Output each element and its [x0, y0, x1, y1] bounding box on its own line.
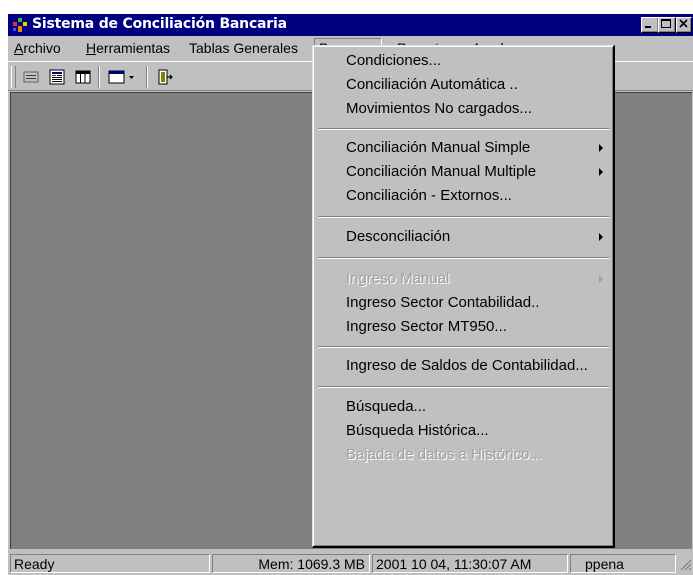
maximize-button[interactable] [658, 17, 676, 33]
menu-item-label: Conciliación Manual Simple [346, 139, 531, 156]
menu-item-label: Ingreso de Saldos de Contabilidad... [346, 357, 588, 374]
submenu-arrow-icon [599, 168, 603, 176]
menu-item-conciliacion-manual-simple[interactable]: Conciliación Manual Simple [316, 137, 611, 159]
submenu-arrow-icon [599, 275, 603, 283]
status-bar: Ready Mem: 1069.3 MB 2001 10 04, 11:30:0… [8, 552, 693, 575]
app-icon [13, 18, 27, 32]
window-title: Sistema de Conciliación Bancaria [32, 16, 287, 32]
minimize-button[interactable] [641, 17, 659, 33]
toolbar-separator [146, 66, 148, 88]
report-button[interactable] [48, 68, 66, 86]
menu-herramientas[interactable]: Herramientas [82, 39, 174, 57]
menu-item-desconciliacion[interactable]: Desconciliación [316, 226, 611, 248]
menu-item-ingreso-manual: Ingreso Manual [316, 268, 611, 290]
menu-item-label: Búsqueda Histórica... [346, 422, 489, 439]
menu-item-busqueda-historica[interactable]: Búsqueda Histórica... [316, 420, 611, 442]
window-dropdown-button[interactable] [108, 68, 138, 86]
form-icon [23, 71, 39, 83]
menu-archivo-label: rchivo [23, 40, 61, 56]
exit-button[interactable] [156, 68, 174, 86]
menu-item-label: Ingreso Manual [346, 270, 450, 287]
exit-icon [158, 69, 173, 85]
size-grip[interactable] [678, 556, 692, 572]
menu-item-label: Ingreso Sector MT950... [346, 318, 507, 335]
status-datetime: 2001 10 04, 11:30:07 AM [372, 554, 568, 573]
menu-separator [318, 257, 609, 259]
size-grip-icon [680, 559, 692, 571]
maximize-icon [661, 19, 671, 28]
menu-separator [318, 216, 609, 218]
status-user: ppena [570, 554, 676, 573]
toolbar-separator [98, 66, 100, 88]
table-button[interactable] [74, 68, 92, 86]
form-button[interactable] [22, 68, 40, 86]
menu-item-label: Movimientos No cargados... [346, 100, 532, 117]
menu-item-label: Conciliación Automática .. [346, 76, 518, 93]
menu-separator [318, 128, 609, 130]
menu-item-label: Búsqueda... [346, 398, 427, 415]
close-button[interactable] [676, 17, 692, 33]
report-icon [49, 69, 65, 85]
menu-item-ingreso-sector-mt950[interactable]: Ingreso Sector MT950... [316, 316, 611, 338]
menu-separator [318, 386, 609, 388]
status-memory: Mem: 1069.3 MB [212, 554, 370, 573]
submenu-arrow-icon [599, 233, 603, 241]
menu-herramientas-label: erramientas [96, 40, 171, 56]
menu-item-movimientos-no-cargados[interactable]: Movimientos No cargados... [316, 98, 611, 120]
window-icon [108, 70, 134, 84]
menu-item-label: Desconciliación [346, 228, 451, 245]
menu-archivo[interactable]: Archivo [10, 39, 65, 57]
menu-item-ingreso-sector-contabilidad[interactable]: Ingreso Sector Contabilidad.. [316, 292, 611, 314]
toolbar-grip[interactable] [11, 66, 16, 88]
menu-item-label: Ingreso Sector Contabilidad.. [346, 294, 540, 311]
menu-item-label: Conciliación - Extornos... [346, 187, 512, 204]
menu-item-busqueda[interactable]: Búsqueda... [316, 396, 611, 418]
menu-item-conciliacion-manual-multiple[interactable]: Conciliación Manual Multiple [316, 161, 611, 183]
menu-item-condiciones[interactable]: Condiciones... [316, 50, 611, 72]
menu-archivo-mnemonic: A [14, 40, 24, 56]
close-icon [679, 19, 688, 28]
menu-separator [318, 346, 609, 348]
menu-tablas-generales[interactable]: Tablas Generales [185, 39, 302, 57]
menu-item-ingreso-saldos-contabilidad[interactable]: Ingreso de Saldos de Contabilidad... [316, 355, 611, 377]
menu-item-label: Bajada de datos a Histórico... [346, 446, 542, 463]
minimize-icon [645, 26, 651, 28]
menu-herramientas-mnemonic: H [86, 40, 97, 56]
menu-item-label: Condiciones... [346, 52, 442, 69]
submenu-arrow-icon [599, 144, 603, 152]
procesos-dropdown-menu: Condiciones... Conciliación Automática .… [312, 45, 615, 548]
title-bar: Sistema de Conciliación Bancaria [8, 14, 693, 36]
menu-item-label: Conciliación Manual Multiple [346, 163, 537, 180]
menu-item-bajada-datos-historico: Bajada de datos a Histórico... [316, 444, 611, 466]
status-text: Ready [10, 554, 210, 573]
menu-item-conciliacion-extornos[interactable]: Conciliación - Extornos... [316, 185, 611, 207]
table-icon [75, 70, 91, 84]
menu-item-conciliacion-automatica[interactable]: Conciliación Automática .. [316, 74, 611, 96]
